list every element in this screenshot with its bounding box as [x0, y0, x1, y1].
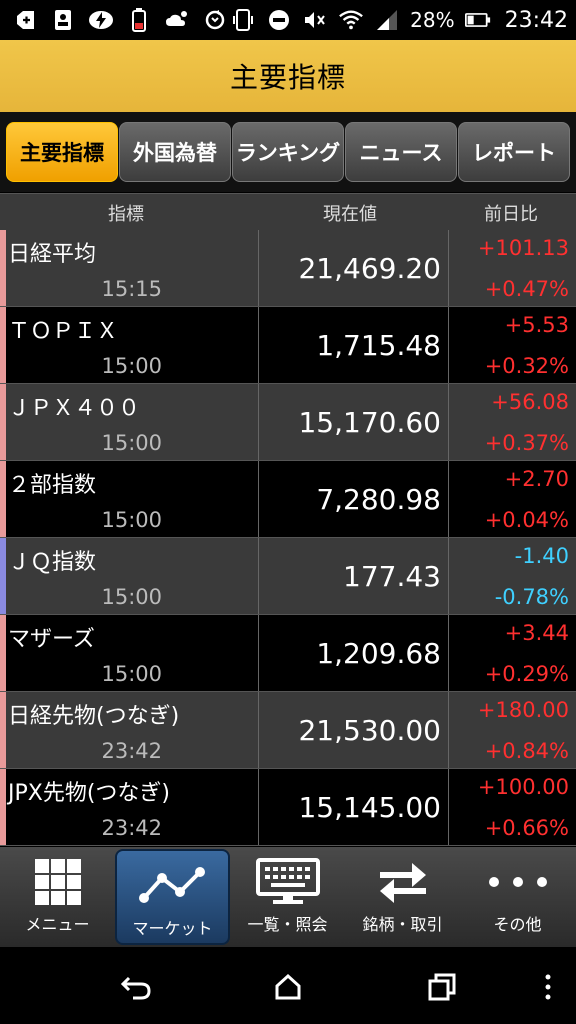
index-name: ＪＰＸ４００ — [8, 396, 141, 421]
index-name: ＪＱ指数 — [8, 550, 97, 575]
nav-list-inquiry-button[interactable]: 一覧・照会 — [230, 847, 345, 947]
tab-news[interactable]: ニュース — [345, 122, 457, 182]
signal-icon — [374, 7, 400, 33]
table-header: 指標 現在値 前日比 — [0, 193, 576, 231]
index-change-percent: +0.66% — [484, 816, 569, 840]
index-time: 23:42 — [101, 739, 162, 763]
tab-bar: 主要指標 外国為替 ランキング ニュース レポート — [0, 112, 576, 192]
tab-ranking[interactable]: ランキング — [232, 122, 344, 182]
index-value: 15,170.60 — [298, 406, 441, 439]
index-change: +2.70 — [504, 467, 569, 491]
mute-icon — [302, 7, 328, 33]
index-change: +180.00 — [477, 698, 569, 722]
nav-menu-button[interactable]: メニュー — [0, 847, 115, 947]
grid-icon — [0, 855, 115, 909]
battery-icon — [464, 7, 491, 33]
index-change-percent: +0.32% — [484, 354, 569, 378]
index-change-percent: +0.37% — [484, 431, 569, 455]
index-name: 日経平均 — [8, 242, 97, 267]
overflow-menu-icon[interactable] — [528, 967, 568, 1007]
bottom-nav: メニュー マーケット 一覧・照会 銘柄・取引 その他 — [0, 847, 576, 947]
battery-alert-icon — [126, 7, 152, 33]
table-row[interactable]: ２部指数 15:00 7,280.98 +2.70 +0.04% — [0, 461, 576, 538]
title-bar: 主要指標 — [0, 40, 576, 112]
index-name: 日経先物(つなぎ) — [8, 704, 180, 729]
index-change: +3.44 — [504, 621, 569, 645]
tab-report[interactable]: レポート — [458, 122, 570, 182]
contact-card-icon — [50, 7, 76, 33]
table-row[interactable]: JPX先物(つなぎ) 23:42 15,145.00 +100.00 +0.66% — [0, 769, 576, 846]
nav-label: メニュー — [25, 915, 90, 934]
table-row[interactable]: ＪＱ指数 15:00 177.43 -1.40 -0.78% — [0, 538, 576, 615]
index-value: 1,715.48 — [316, 329, 441, 362]
nav-stock-trade-button[interactable]: 銘柄・取引 — [345, 847, 460, 947]
system-nav-bar — [0, 947, 576, 1024]
nav-market-button[interactable]: マーケット — [115, 849, 230, 945]
index-value: 21,530.00 — [298, 714, 441, 747]
index-time: 15:15 — [101, 277, 162, 301]
index-name: ２部指数 — [8, 473, 97, 498]
index-change: +5.53 — [504, 313, 569, 337]
home-icon[interactable] — [268, 967, 308, 1007]
swap-arrows-icon — [345, 855, 460, 909]
index-time: 15:00 — [101, 431, 162, 455]
column-header-value: 現在値 — [323, 204, 377, 225]
phone-vibrate-icon — [230, 7, 256, 33]
status-time: 23:42 — [504, 7, 568, 33]
nav-label: 一覧・照会 — [247, 915, 328, 934]
index-change-percent: +0.84% — [484, 739, 569, 763]
index-time: 23:42 — [101, 816, 162, 840]
plus-box-icon — [12, 7, 38, 33]
index-change: +56.08 — [491, 390, 569, 414]
dnd-icon — [266, 7, 292, 33]
table-row[interactable]: ＪＰＸ４００ 15:00 15,170.60 +56.08 +0.37% — [0, 384, 576, 461]
wifi-icon — [338, 7, 364, 33]
status-bar: 28% 23:42 — [0, 0, 576, 40]
table-row[interactable]: ＴＯＰＩＸ 15:00 1,715.48 +5.53 +0.32% — [0, 307, 576, 384]
nav-label: 銘柄・取引 — [362, 915, 443, 934]
table-row[interactable]: 日経先物(つなぎ) 23:42 21,530.00 +180.00 +0.84% — [0, 692, 576, 769]
index-change: +100.00 — [477, 775, 569, 799]
tab-forex[interactable]: 外国為替 — [119, 122, 231, 182]
more-dots-icon — [460, 855, 575, 909]
monitor-keyboard-icon — [230, 855, 345, 909]
index-change-percent: +0.47% — [484, 277, 569, 301]
weather-icon — [164, 7, 190, 33]
sync-icon — [202, 7, 228, 33]
table-row[interactable]: 日経平均 15:15 21,469.20 +101.13 +0.47% — [0, 230, 576, 307]
index-change-percent: -0.78% — [494, 585, 569, 609]
index-change-percent: +0.29% — [484, 662, 569, 686]
tab-major-indices[interactable]: 主要指標 — [6, 122, 118, 182]
nav-label: その他 — [493, 915, 542, 934]
index-value: 177.43 — [343, 560, 441, 593]
nav-other-button[interactable]: その他 — [460, 847, 575, 947]
index-name: JPX先物(つなぎ) — [8, 781, 170, 806]
nav-label: マーケット — [132, 919, 213, 938]
index-value: 1,209.68 — [316, 637, 441, 670]
status-bar-right-icons: 28% 23:42 — [230, 0, 568, 40]
index-change: +101.13 — [477, 236, 569, 260]
index-value: 15,145.00 — [298, 791, 441, 824]
chart-line-icon — [117, 859, 228, 913]
index-time: 15:00 — [101, 354, 162, 378]
page-title: 主要指標 — [229, 61, 346, 94]
index-time: 15:00 — [101, 585, 162, 609]
index-value: 21,469.20 — [298, 252, 441, 285]
table-row[interactable]: マザーズ 15:00 1,209.68 +3.44 +0.29% — [0, 615, 576, 692]
index-time: 15:00 — [101, 508, 162, 532]
index-change: -1.40 — [514, 544, 569, 568]
column-header-name: 指標 — [108, 204, 144, 225]
index-time: 15:00 — [101, 662, 162, 686]
index-change-percent: +0.04% — [484, 508, 569, 532]
column-header-change: 前日比 — [484, 204, 538, 225]
recents-icon[interactable] — [422, 967, 462, 1007]
index-list: 日経平均 15:15 21,469.20 +101.13 +0.47% ＴＯＰＩＸ 1… — [0, 230, 576, 846]
index-name: マザーズ — [8, 627, 95, 652]
index-name: ＴＯＰＩＸ — [8, 319, 119, 344]
lightning-icon — [88, 7, 114, 33]
index-value: 7,280.98 — [316, 483, 441, 516]
battery-percent: 28% — [410, 8, 455, 32]
back-icon[interactable] — [116, 967, 156, 1007]
status-bar-left-icons — [12, 0, 228, 40]
